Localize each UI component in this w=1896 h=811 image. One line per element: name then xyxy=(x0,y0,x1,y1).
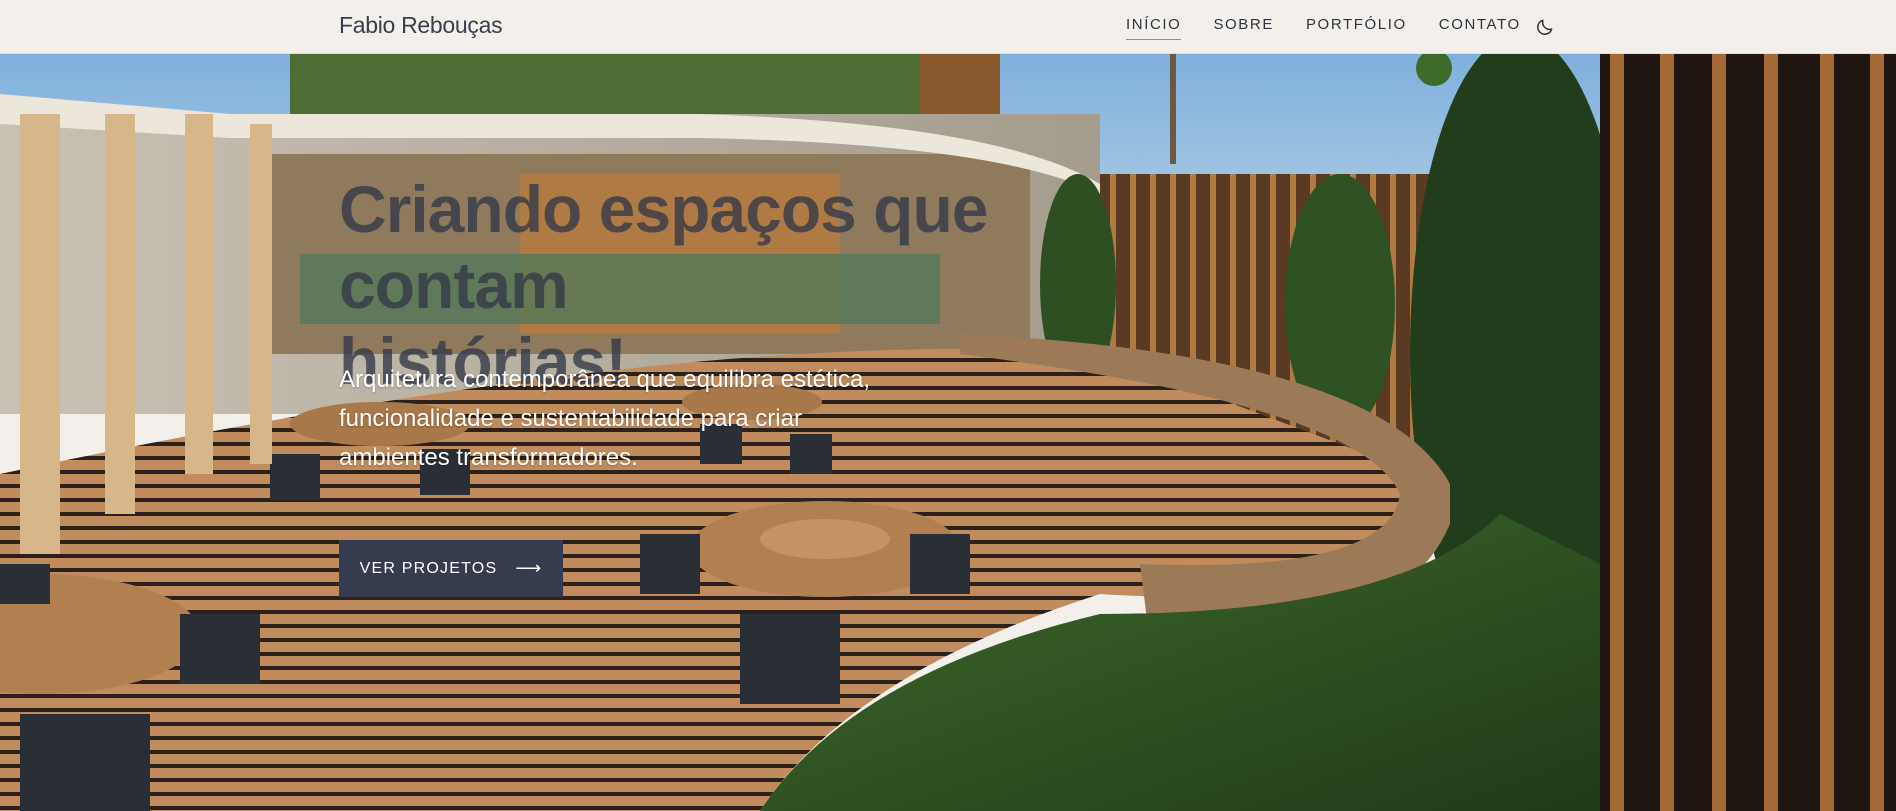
main-nav: INÍCIO SOBRE PORTFÓLIO CONTATO xyxy=(1126,16,1553,40)
theme-toggle-button[interactable] xyxy=(1535,17,1555,37)
hero-subtitle: Arquitetura contemporânea que equilibra … xyxy=(339,360,929,477)
hero-background-image xyxy=(0,54,1896,811)
nav-item-sobre[interactable]: SOBRE xyxy=(1213,16,1274,40)
view-projects-label: VER PROJETOS xyxy=(359,559,498,577)
site-header: Fabio Rebouças INÍCIO SOBRE PORTFÓLIO CO… xyxy=(0,0,1896,54)
hero-subtitle-line1: Arquitetura contemporânea que equilibra … xyxy=(339,366,870,393)
view-projects-button[interactable]: VER PROJETOS ⟶ xyxy=(339,540,563,597)
brand-logo[interactable]: Fabio Rebouças xyxy=(339,12,503,39)
moon-icon xyxy=(1537,19,1553,35)
hero-section: Criando espaços que contam histórias! Ar… xyxy=(0,54,1896,811)
hero-title-line1: Criando espaços que contam xyxy=(339,172,989,322)
arrow-right-icon: ⟶ xyxy=(515,558,543,578)
hero-subtitle-line2: funcionalidade e sustentabilidade para c… xyxy=(339,405,802,432)
hero-subtitle-line3: ambientes transformadores. xyxy=(339,444,638,471)
nav-item-inicio[interactable]: INÍCIO xyxy=(1126,16,1182,40)
nav-item-contato[interactable]: CONTATO xyxy=(1439,16,1521,40)
nav-item-portfolio[interactable]: PORTFÓLIO xyxy=(1306,16,1407,40)
